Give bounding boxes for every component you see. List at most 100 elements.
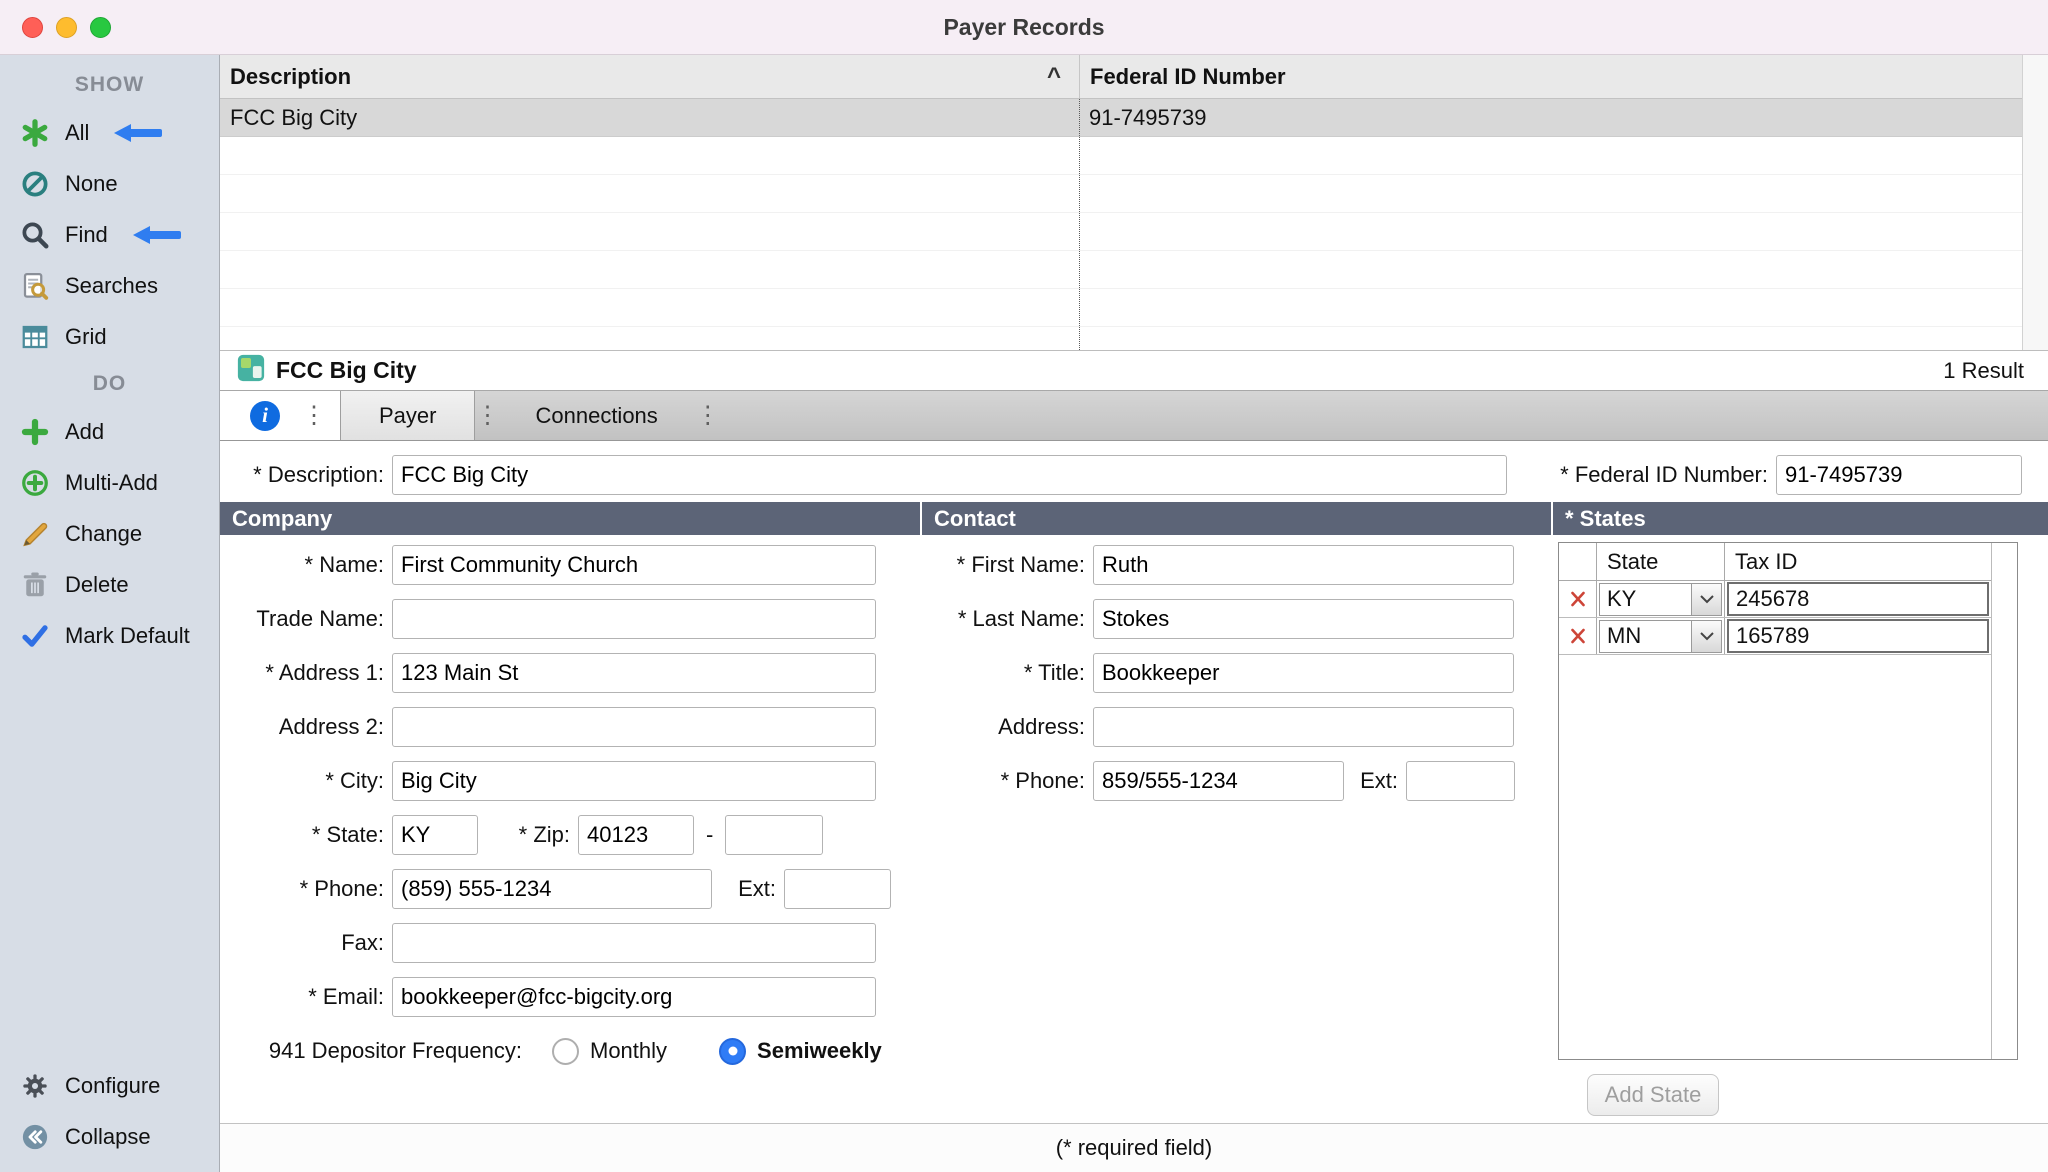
state-field[interactable] <box>392 815 478 855</box>
result-count: 1 Result <box>1943 358 2024 384</box>
plus-icon <box>18 415 52 449</box>
address1-field[interactable] <box>392 653 876 693</box>
info-icon[interactable]: i <box>250 401 280 431</box>
sidebar-item-find[interactable]: Find <box>0 209 219 260</box>
city-field[interactable] <box>392 761 876 801</box>
table-row-empty[interactable] <box>220 251 2048 289</box>
table-row-empty[interactable] <box>220 137 2048 175</box>
radio-semiweekly[interactable] <box>719 1038 746 1065</box>
sidebar-item-label: Change <box>65 521 142 547</box>
record-title: FCC Big City <box>276 357 417 384</box>
sidebar-item-collapse[interactable]: Collapse <box>0 1111 219 1162</box>
table-row-empty[interactable] <box>220 289 2048 327</box>
states-section-header: * States <box>1553 502 2048 535</box>
column-header-description[interactable]: Description ^ <box>220 63 1079 91</box>
company-section-header: Company <box>220 502 920 535</box>
company-name-field[interactable] <box>392 545 876 585</box>
sidebar-item-add[interactable]: Add <box>0 406 219 457</box>
radio-monthly[interactable] <box>552 1038 579 1065</box>
dots-separator-icon: ⋮ <box>302 401 324 430</box>
states-delete-column-header <box>1559 543 1597 580</box>
sidebar-item-grid[interactable]: Grid <box>0 311 219 362</box>
radio-option-monthly[interactable]: Monthly <box>552 1038 667 1065</box>
annotation-arrow-find <box>133 226 185 244</box>
email-field[interactable] <box>392 977 876 1017</box>
sidebar-item-label: Add <box>65 419 104 445</box>
contact-ext-field[interactable] <box>1406 761 1515 801</box>
list-scrollbar[interactable] <box>2022 55 2048 350</box>
sidebar-item-configure[interactable]: Configure <box>0 1060 219 1111</box>
radio-option-semiweekly[interactable]: Semiweekly <box>719 1038 882 1065</box>
sidebar-item-all[interactable]: All <box>0 107 219 158</box>
delete-state-button[interactable] <box>1559 581 1597 617</box>
red-x-icon <box>1569 627 1587 645</box>
record-header-bar: FCC Big City 1 Result <box>220 350 2048 390</box>
window-title: Payer Records <box>0 0 2048 55</box>
chevron-down-icon[interactable] <box>1691 584 1721 615</box>
document-search-icon <box>18 269 52 303</box>
sidebar-item-mark-default[interactable]: Mark Default <box>0 610 219 661</box>
sidebar-item-label: Configure <box>65 1073 160 1099</box>
states-scrollbar[interactable] <box>1991 543 2017 1059</box>
last-name-field[interactable] <box>1093 599 1514 639</box>
add-state-button[interactable]: Add State <box>1587 1074 1719 1116</box>
first-name-label: * First Name: <box>922 552 1093 578</box>
sidebar-item-multi-add[interactable]: Multi-Add <box>0 457 219 508</box>
description-label: * Description: <box>220 462 392 488</box>
payer-list: Description ^ Federal ID Number FCC Big … <box>220 55 2048 350</box>
states-taxid-column-header: Tax ID <box>1725 543 1991 580</box>
delete-state-button[interactable] <box>1559 618 1597 654</box>
gear-icon <box>18 1069 52 1103</box>
fax-field[interactable] <box>392 923 876 963</box>
taxid-field[interactable]: 245678 <box>1727 582 1989 616</box>
first-name-field[interactable] <box>1093 545 1514 585</box>
state-label: * State: <box>220 822 392 848</box>
sidebar-item-change[interactable]: Change <box>0 508 219 559</box>
contact-phone-field[interactable] <box>1093 761 1344 801</box>
company-ext-field[interactable] <box>784 869 891 909</box>
table-row-empty[interactable] <box>220 327 2048 350</box>
sidebar-item-none[interactable]: None <box>0 158 219 209</box>
description-field[interactable] <box>392 455 1507 495</box>
trade-name-field[interactable] <box>392 599 876 639</box>
tab-bar: i ⋮ Payer ⋮ Connections ⋮ <box>220 390 2048 441</box>
email-label: * Email: <box>220 984 392 1010</box>
asterisk-icon <box>18 116 52 150</box>
state-select-cell: MN <box>1597 618 1725 654</box>
table-row[interactable]: FCC Big City 91-7495739 <box>220 99 2048 137</box>
table-row-empty[interactable] <box>220 213 2048 251</box>
zip-plus4-field[interactable] <box>725 815 823 855</box>
state-select[interactable]: MN <box>1599 620 1722 653</box>
state-select[interactable]: KY <box>1599 583 1722 616</box>
address2-field[interactable] <box>392 707 876 747</box>
contact-section: * First Name: * Last Name: * Title: Addr… <box>922 544 1554 814</box>
taxid-field[interactable]: 165789 <box>1727 619 1989 653</box>
dots-separator-icon: ⋮ <box>696 401 718 430</box>
column-header-federal-id[interactable]: Federal ID Number <box>1079 55 2048 98</box>
pencil-icon <box>18 517 52 551</box>
collapse-icon <box>18 1120 52 1154</box>
zip-field[interactable] <box>578 815 694 855</box>
company-phone-field[interactable] <box>392 869 712 909</box>
title-label: * Title: <box>922 660 1093 686</box>
trash-icon <box>18 568 52 602</box>
show-section-header: SHOW <box>0 63 219 107</box>
contact-address-field[interactable] <box>1093 707 1514 747</box>
sidebar-item-searches[interactable]: Searches <box>0 260 219 311</box>
depositor-frequency-radio-group: Monthly Semiweekly <box>552 1038 882 1065</box>
depositor-frequency-label: 941 Depositor Frequency: <box>220 1038 530 1064</box>
address2-label: Address 2: <box>220 714 392 740</box>
taxid-cell: 165789 <box>1725 618 1991 654</box>
dots-separator-icon: ⋮ <box>475 401 497 430</box>
search-icon <box>18 218 52 252</box>
tab-connections[interactable]: Connections <box>497 391 695 440</box>
sidebar-item-delete[interactable]: Delete <box>0 559 219 610</box>
chevron-down-icon[interactable] <box>1691 621 1721 652</box>
federal-id-field[interactable] <box>1776 455 2022 495</box>
fax-label: Fax: <box>220 930 392 956</box>
sidebar-item-label: Searches <box>65 273 158 299</box>
title-field[interactable] <box>1093 653 1514 693</box>
payer-records-window: Payer Records SHOW All <box>0 0 2048 1172</box>
tab-payer[interactable]: Payer <box>340 391 475 440</box>
table-row-empty[interactable] <box>220 175 2048 213</box>
